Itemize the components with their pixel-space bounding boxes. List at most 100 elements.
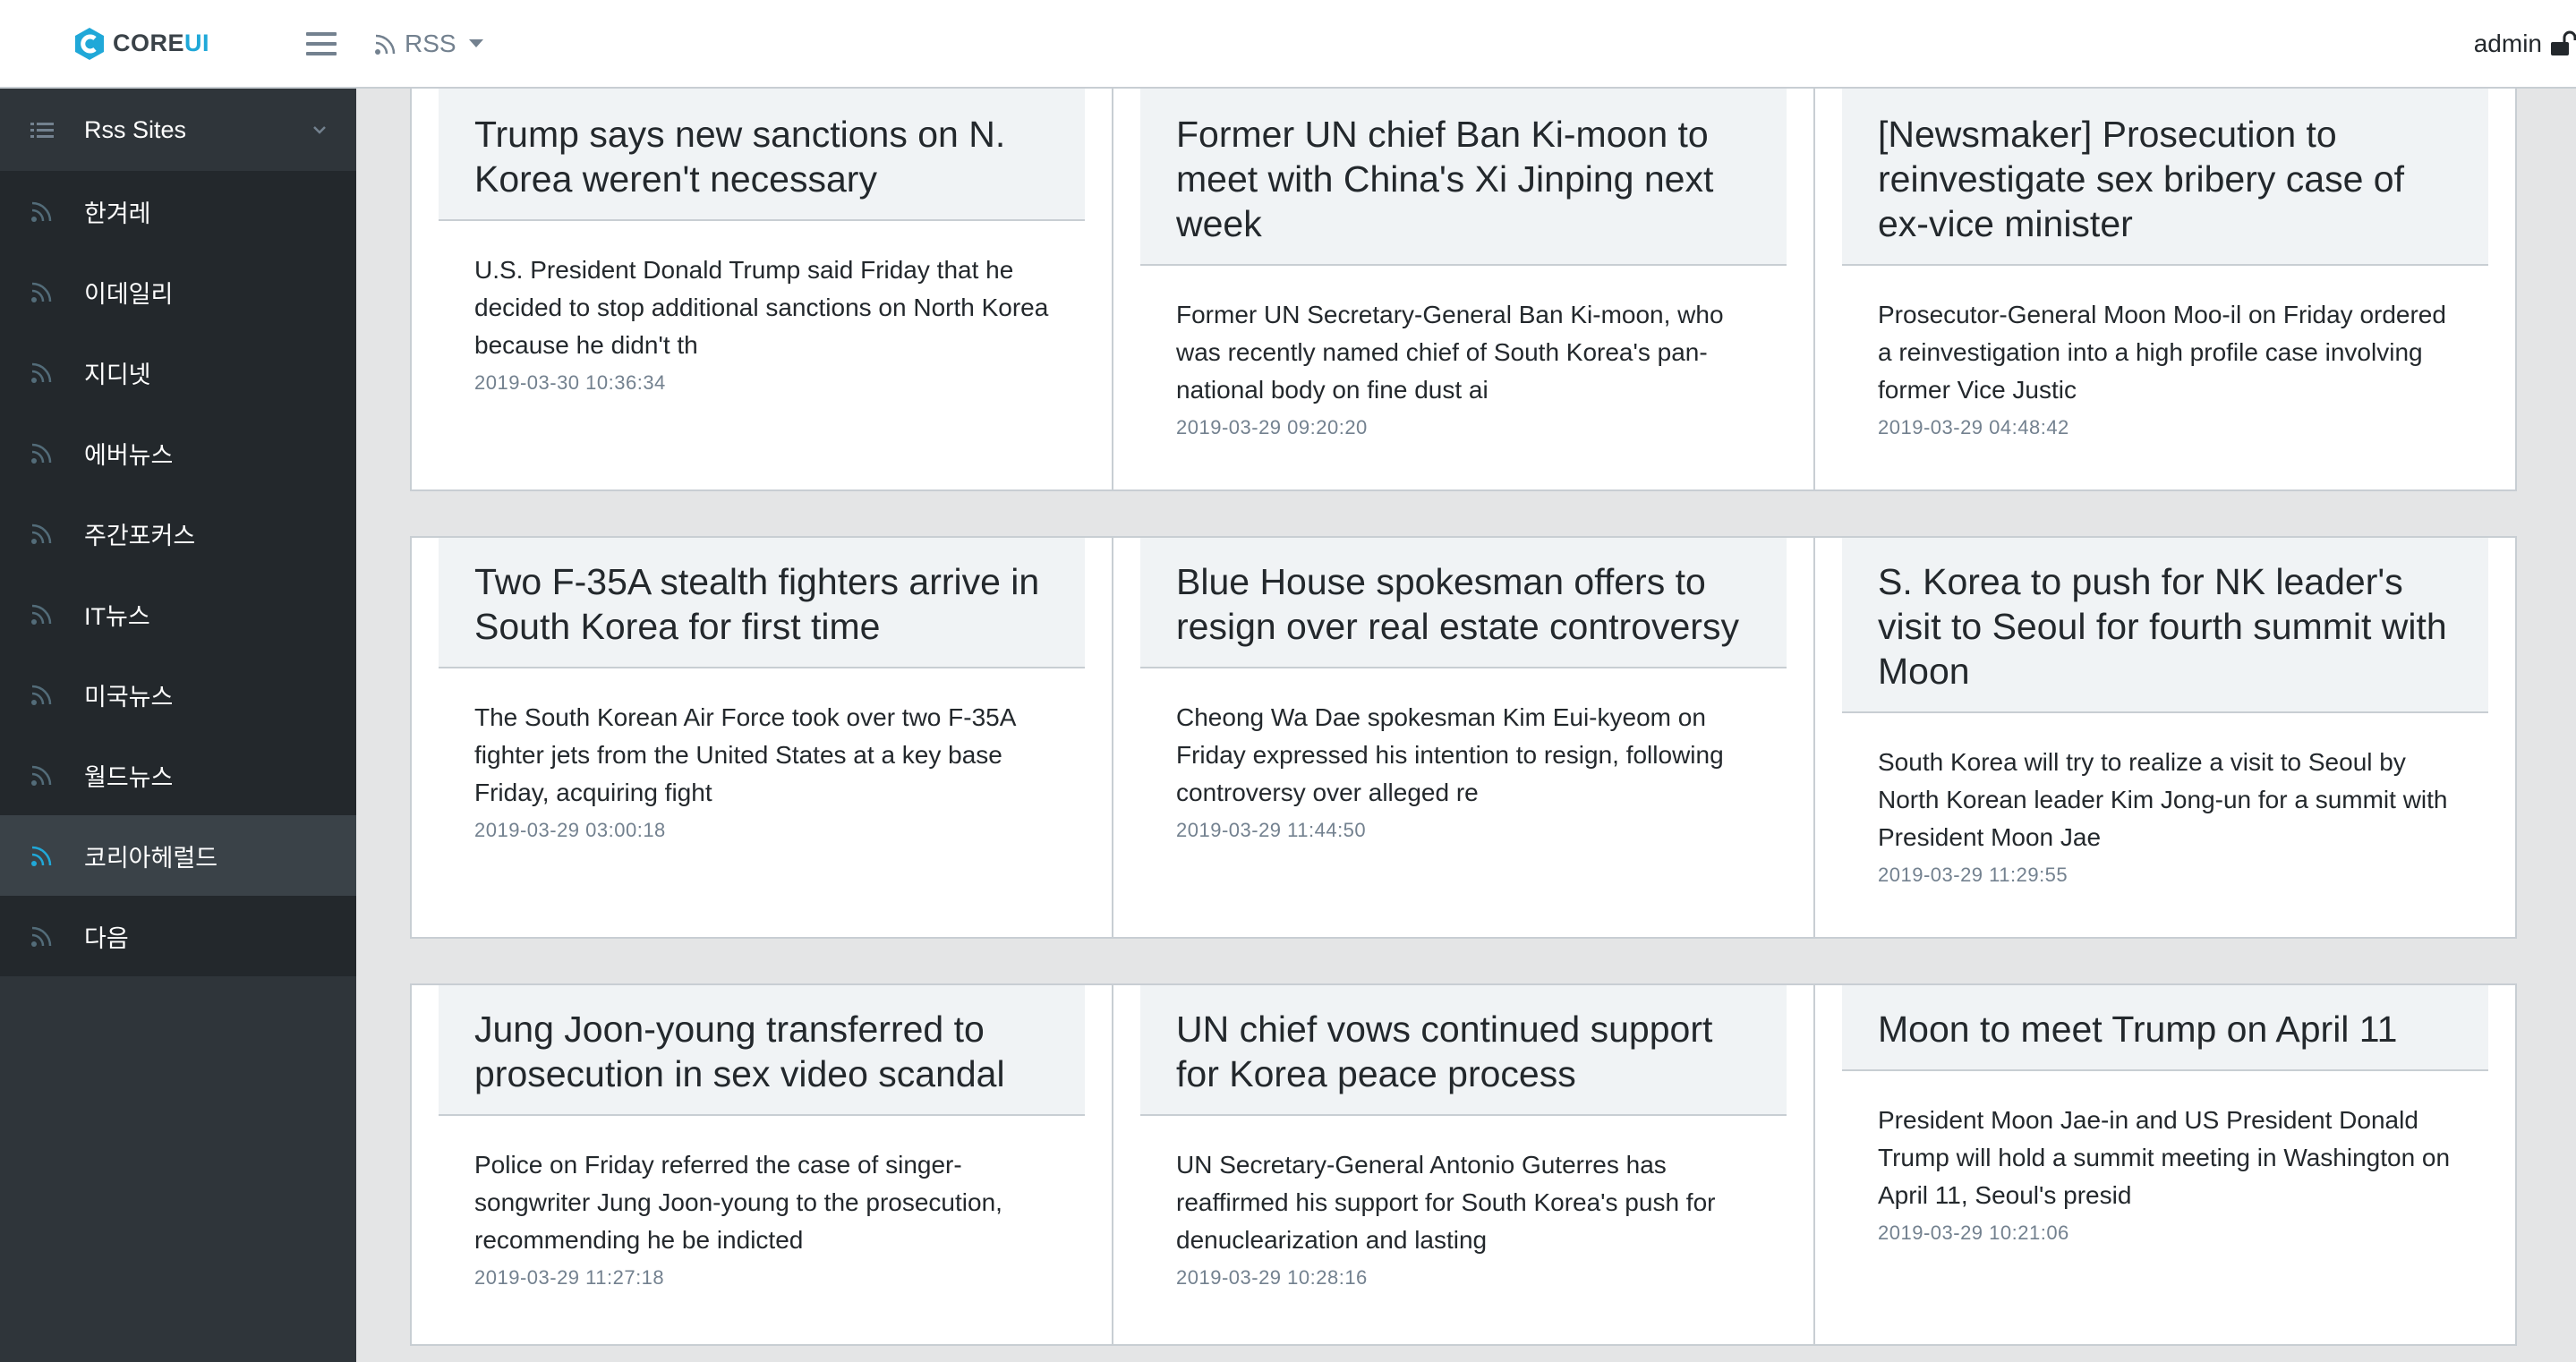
article-summary: Prosecutor-General Moon Moo-il on Friday… (1878, 301, 2446, 404)
article-date: 2019-03-29 09:20:20 (1176, 416, 1368, 438)
article-body: UN Secretary-General Antonio Guterres ha… (1140, 1116, 1787, 1290)
article-summary: South Korea will try to realize a visit … (1878, 748, 2448, 851)
sidebar-item-zdnet[interactable]: 지디넷 (0, 332, 356, 413)
article-body: Cheong Wa Dae spokesman Kim Eui-kyeom on… (1140, 668, 1787, 842)
sidebar-item-label: 월드뉴스 (84, 763, 174, 791)
sidebar-item-label: 지디넷 (84, 361, 151, 388)
article-card[interactable]: UN chief vows continued support for Kore… (1112, 983, 1815, 1346)
brand-text-ui: UI (184, 30, 210, 56)
article-grid: Trump says new sanctions on N. Korea wer… (410, 89, 2520, 1362)
article-summary: Cheong Wa Dae spokesman Kim Eui-kyeom on… (1176, 703, 1724, 806)
article-date: 2019-03-29 11:29:55 (1878, 864, 2068, 886)
article-summary: The South Korean Air Force took over two… (474, 703, 1015, 806)
article-body: Police on Friday referred the case of si… (439, 1116, 1085, 1290)
sidebar-item-label: IT뉴스 (84, 602, 150, 630)
sidebar-dropdown-label: Rss Sites (84, 115, 187, 143)
article-card[interactable]: S. Korea to push for NK leader's visit t… (1813, 536, 2517, 939)
article-title[interactable]: Two F-35A stealth fighters arrive in Sou… (439, 538, 1085, 668)
article-row: Trump says new sanctions on N. Korea wer… (410, 89, 2520, 491)
brand-logo[interactable]: COREUI (0, 0, 356, 87)
article-title[interactable]: S. Korea to push for NK leader's visit t… (1842, 538, 2488, 713)
article-title[interactable]: Former UN chief Ban Ki-moon to meet with… (1140, 89, 1787, 266)
article-row: Jung Joon-young transferred to prosecuti… (410, 983, 2520, 1346)
article-card[interactable]: Jung Joon-young transferred to prosecuti… (410, 983, 1113, 1346)
article-summary: UN Secretary-General Antonio Guterres ha… (1176, 1151, 1716, 1254)
list-icon (30, 123, 54, 138)
app-header: COREUI RSS admin (0, 0, 2576, 89)
caret-down-icon (468, 39, 483, 47)
article-summary: President Moon Jae-in and US President D… (1878, 1106, 2451, 1209)
rss-icon (31, 685, 52, 705)
article-card[interactable]: Two F-35A stealth fighters arrive in Sou… (410, 536, 1113, 939)
article-card[interactable]: Trump says new sanctions on N. Korea wer… (410, 89, 1113, 491)
article-body: The South Korean Air Force took over two… (439, 668, 1085, 842)
article-title[interactable]: Blue House spokesman offers to resign ov… (1140, 538, 1787, 668)
hamburger-bar (306, 51, 337, 55)
sidebar-item-label: 에버뉴스 (84, 441, 174, 469)
article-summary: Police on Friday referred the case of si… (474, 1151, 1002, 1254)
rss-icon (375, 34, 396, 55)
sidebar-item-label: 이데일리 (84, 280, 174, 308)
rss-icon (31, 201, 52, 222)
rss-icon (31, 362, 52, 383)
sidebar-item-evernews[interactable]: 에버뉴스 (0, 413, 356, 493)
rss-menu-label: RSS (405, 29, 456, 57)
sidebar-toggle-button[interactable] (306, 31, 337, 55)
article-card[interactable]: Former UN chief Ban Ki-moon to meet with… (1112, 89, 1815, 491)
sidebar-item-weekly-focus[interactable]: 주간포커스 (0, 493, 356, 574)
hamburger-bar (306, 41, 337, 46)
rss-dropdown-toggle[interactable]: RSS (372, 30, 483, 58)
brand-text: COREUI (113, 30, 209, 57)
article-date: 2019-03-29 10:21:06 (1878, 1222, 2069, 1244)
article-card[interactable]: Moon to meet Trump on April 11 President… (1813, 983, 2517, 1346)
sidebar-item-label: 미국뉴스 (84, 683, 174, 711)
rss-icon (31, 846, 52, 866)
article-title[interactable]: Moon to meet Trump on April 11 (1842, 985, 2488, 1071)
article-title[interactable]: Trump says new sanctions on N. Korea wer… (439, 89, 1085, 221)
brand-text-core: CORE (113, 30, 185, 56)
article-date: 2019-03-29 10:28:16 (1176, 1266, 1368, 1289)
sidebar-item-hani[interactable]: 한겨레 (0, 171, 356, 251)
sidebar-item-world-news[interactable]: 월드뉴스 (0, 735, 356, 815)
chevron-down-icon (313, 126, 326, 134)
rss-icon (31, 524, 52, 544)
user-menu[interactable]: admin (2474, 0, 2576, 87)
sidebar-dropdown-rss-sites[interactable]: Rss Sites (0, 89, 356, 171)
sidebar-item-us-news[interactable]: 미국뉴스 (0, 654, 356, 735)
coreui-logo-icon (75, 27, 104, 60)
sidebar-item-label: 코리아헤럴드 (84, 844, 218, 872)
article-date: 2019-03-29 04:48:42 (1878, 416, 2069, 438)
hamburger-icon (306, 31, 337, 36)
username: admin (2473, 29, 2542, 57)
article-date: 2019-03-29 11:44:50 (1176, 819, 1367, 841)
article-body: South Korea will try to realize a visit … (1842, 713, 2488, 887)
article-row: Two F-35A stealth fighters arrive in Sou… (410, 536, 2520, 939)
sidebar-item-daum[interactable]: 다음 (0, 896, 356, 976)
sidebar: Rss Sites 한겨레 이데일리 지디넷 에버뉴스 주간포커스 IT뉴스 미… (0, 89, 356, 1362)
article-body: Former UN Secretary-General Ban Ki-moon,… (1140, 266, 1787, 439)
article-body: Prosecutor-General Moon Moo-il on Friday… (1842, 266, 2488, 439)
sidebar-item-korea-herald[interactable]: 코리아헤럴드 (0, 815, 356, 896)
article-title[interactable]: UN chief vows continued support for Kore… (1140, 985, 1787, 1116)
rss-icon (31, 443, 52, 464)
article-summary: Former UN Secretary-General Ban Ki-moon,… (1176, 301, 1724, 404)
article-body: U.S. President Donald Trump said Friday … (439, 221, 1085, 395)
sidebar-item-label: 한겨레 (84, 200, 151, 227)
article-title[interactable]: Jung Joon-young transferred to prosecuti… (439, 985, 1085, 1116)
article-card[interactable]: [Newsmaker] Prosecution to reinvestigate… (1813, 89, 2517, 491)
article-card[interactable]: Blue House spokesman offers to resign ov… (1112, 536, 1815, 939)
article-title[interactable]: [Newsmaker] Prosecution to reinvestigate… (1842, 89, 2488, 266)
article-body: President Moon Jae-in and US President D… (1842, 1071, 2488, 1245)
rss-icon (31, 765, 52, 786)
main-content: Trump says new sanctions on N. Korea wer… (356, 89, 2576, 1362)
lock-open-icon (2551, 30, 2576, 55)
rss-icon (31, 604, 52, 625)
rss-icon (31, 282, 52, 302)
rss-icon (31, 926, 52, 947)
sidebar-item-edaily[interactable]: 이데일리 (0, 251, 356, 332)
sidebar-nav-list: 한겨레 이데일리 지디넷 에버뉴스 주간포커스 IT뉴스 미국뉴스 월드뉴스 코… (0, 171, 356, 976)
sidebar-item-label: 다음 (84, 924, 129, 952)
sidebar-item-it-news[interactable]: IT뉴스 (0, 574, 356, 654)
sidebar-item-label: 주간포커스 (84, 522, 196, 549)
article-date: 2019-03-29 03:00:18 (474, 819, 666, 841)
